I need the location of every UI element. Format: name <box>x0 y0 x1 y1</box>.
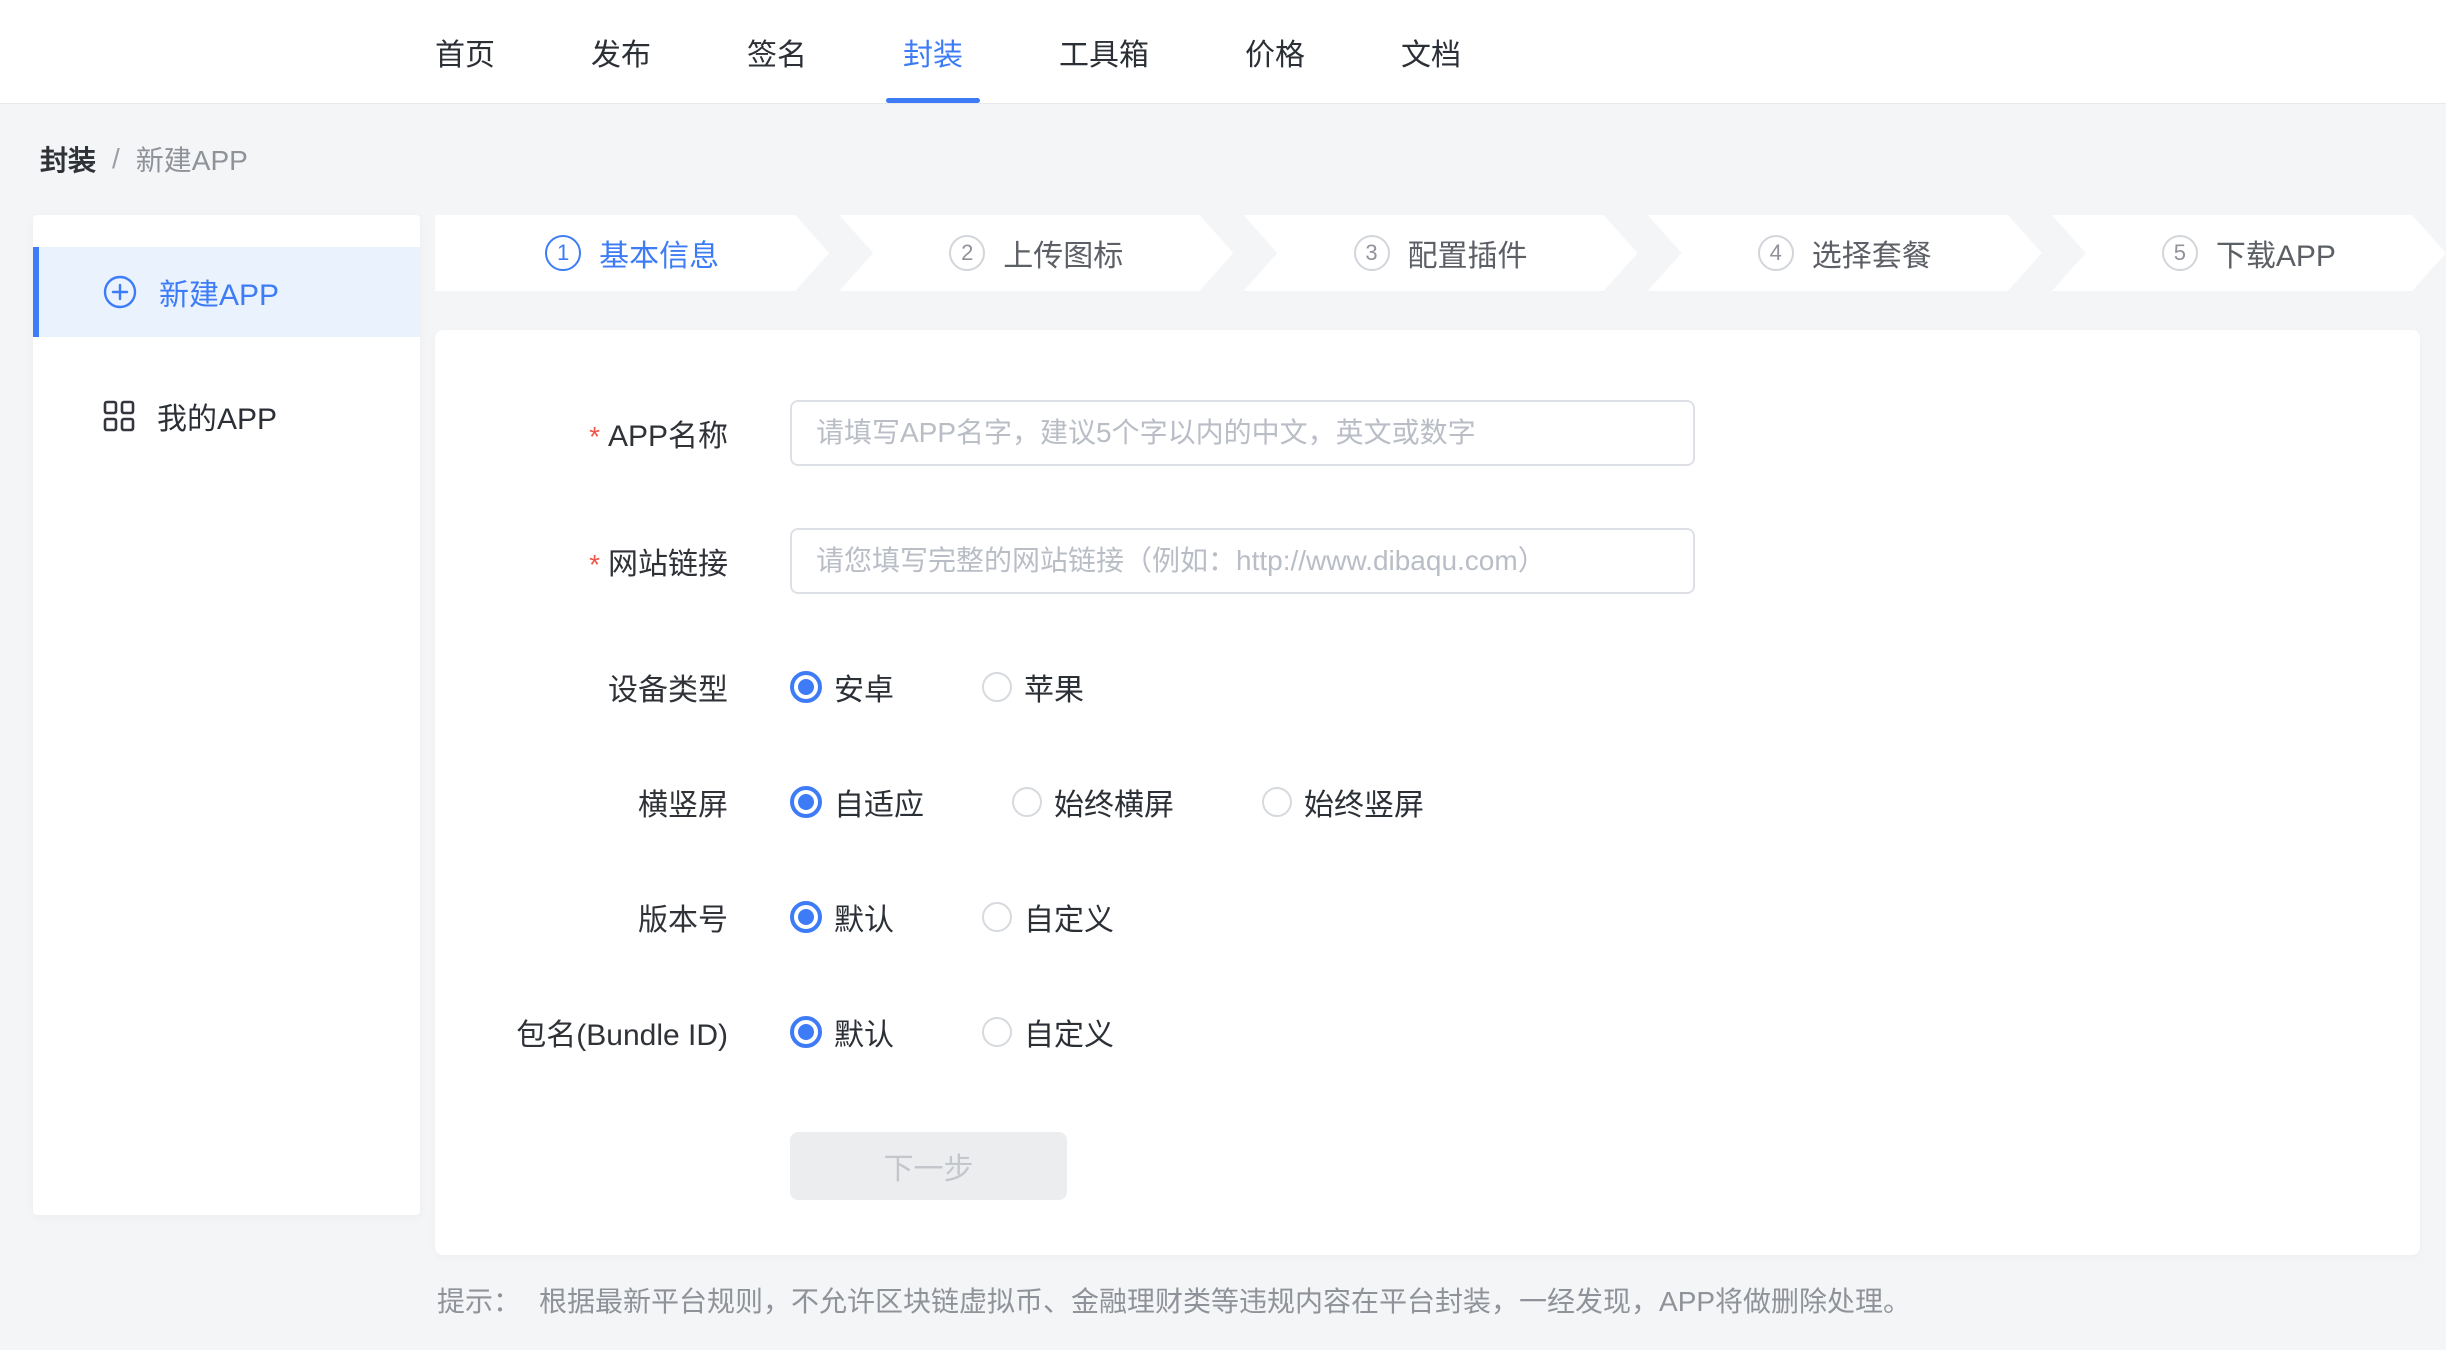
radio-unchecked-icon <box>1012 787 1042 817</box>
nav-item-package[interactable]: 封装 <box>903 0 963 103</box>
required-asterisk: * <box>589 421 600 453</box>
device-type-android-radio[interactable]: 安卓 <box>790 665 894 709</box>
device-type-label: 设备类型 <box>435 665 728 709</box>
required-asterisk: * <box>589 549 600 581</box>
nav-item-publish[interactable]: 发布 <box>591 0 651 103</box>
breadcrumb-section[interactable]: 封装 <box>40 139 96 179</box>
step-label: 基本信息 <box>599 231 719 275</box>
app-name-row: * APP名称 <box>435 400 2420 466</box>
wizard-step-4: 4 选择套餐 <box>1648 215 2042 291</box>
breadcrumb-current: 新建APP <box>136 139 248 179</box>
step-number-badge: 3 <box>1354 235 1390 271</box>
bundle-id-label: 包名(Bundle ID) <box>435 1010 728 1054</box>
radio-unchecked-icon <box>1262 787 1292 817</box>
nav-item-price[interactable]: 价格 <box>1245 0 1305 103</box>
step-label: 选择套餐 <box>1812 231 1932 275</box>
platform-rule-tip: 提示： 根据最新平台规则，不允许区块链虚拟币、金融理财类等违规内容在平台封装，一经… <box>435 1280 2446 1320</box>
main-content: 1 基本信息 2 上传图标 3 配置插件 4 选择套餐 5 下载APP <box>435 215 2446 1320</box>
nav-item-sign[interactable]: 签名 <box>747 0 807 103</box>
step-number-badge: 4 <box>1758 235 1794 271</box>
orientation-row: 横竖屏 自适应 始终横屏 始终竖屏 <box>435 782 2420 822</box>
step-number-badge: 1 <box>545 235 581 271</box>
site-url-label: * 网站链接 <box>435 539 728 583</box>
sidebar-item-label: 新建APP <box>159 270 279 314</box>
step-number-badge: 2 <box>949 235 985 271</box>
site-url-row: * 网站链接 <box>435 528 2420 594</box>
bundle-id-row: 包名(Bundle ID) 默认 自定义 <box>435 1012 2420 1052</box>
grid-icon <box>103 400 135 432</box>
submit-row: 下一步 <box>435 1132 2420 1200</box>
step-number-badge: 5 <box>2162 235 2198 271</box>
version-row: 版本号 默认 自定义 <box>435 897 2420 937</box>
sidebar: 新建APP 我的APP <box>33 215 420 1215</box>
radio-unchecked-icon <box>982 1017 1012 1047</box>
radio-checked-icon <box>790 786 822 818</box>
sidebar-item-label: 我的APP <box>157 394 277 438</box>
step-wizard: 1 基本信息 2 上传图标 3 配置插件 4 选择套餐 5 下载APP <box>435 215 2446 291</box>
step-label: 下载APP <box>2216 231 2336 275</box>
radio-unchecked-icon <box>982 902 1012 932</box>
device-type-row: 设备类型 安卓 苹果 <box>435 667 2420 707</box>
bundle-id-custom-radio[interactable]: 自定义 <box>982 1010 1114 1054</box>
main-nav: 首页 发布 签名 封装 工具箱 价格 文档 <box>435 0 1461 103</box>
breadcrumb-separator: / <box>112 143 120 175</box>
orientation-label: 横竖屏 <box>435 780 728 824</box>
nav-item-home[interactable]: 首页 <box>435 0 495 103</box>
wizard-step-1: 1 基本信息 <box>435 215 829 291</box>
wizard-step-2: 2 上传图标 <box>839 215 1233 291</box>
radio-checked-icon <box>790 1016 822 1048</box>
orientation-auto-radio[interactable]: 自适应 <box>790 780 924 824</box>
version-custom-radio[interactable]: 自定义 <box>982 895 1114 939</box>
version-label: 版本号 <box>435 895 728 939</box>
tip-text: 根据最新平台规则，不允许区块链虚拟币、金融理财类等违规内容在平台封装，一经发现，… <box>539 1286 1911 1317</box>
radio-checked-icon <box>790 901 822 933</box>
app-name-label: * APP名称 <box>435 411 728 455</box>
sidebar-item-my-app[interactable]: 我的APP <box>33 371 420 461</box>
step-label: 配置插件 <box>1408 231 1528 275</box>
plus-circle-icon <box>103 275 137 309</box>
page: 首页 发布 签名 封装 工具箱 价格 文档 封装 / 新建APP 新建APP <box>0 0 2446 1350</box>
step-label: 上传图标 <box>1003 231 1123 275</box>
radio-unchecked-icon <box>982 672 1012 702</box>
breadcrumb: 封装 / 新建APP <box>40 104 248 214</box>
nav-item-docs[interactable]: 文档 <box>1401 0 1461 103</box>
site-url-input[interactable] <box>790 528 1695 594</box>
bundle-id-default-radio[interactable]: 默认 <box>790 1010 894 1054</box>
tip-prefix: 提示： <box>437 1286 521 1317</box>
orientation-portrait-radio[interactable]: 始终竖屏 <box>1262 780 1424 824</box>
top-nav-bar: 首页 发布 签名 封装 工具箱 价格 文档 <box>0 0 2446 104</box>
app-name-input[interactable] <box>790 400 1695 466</box>
device-type-ios-radio[interactable]: 苹果 <box>982 665 1084 709</box>
version-default-radio[interactable]: 默认 <box>790 895 894 939</box>
nav-item-toolbox[interactable]: 工具箱 <box>1059 0 1149 103</box>
radio-checked-icon <box>790 671 822 703</box>
orientation-landscape-radio[interactable]: 始终横屏 <box>1012 780 1174 824</box>
wizard-step-5: 5 下载APP <box>2052 215 2446 291</box>
sidebar-item-new-app[interactable]: 新建APP <box>33 247 420 337</box>
wizard-step-3: 3 配置插件 <box>1243 215 1637 291</box>
next-step-button[interactable]: 下一步 <box>790 1132 1067 1200</box>
basic-info-form-card: * APP名称 * 网站链接 设备类型 <box>435 330 2420 1255</box>
